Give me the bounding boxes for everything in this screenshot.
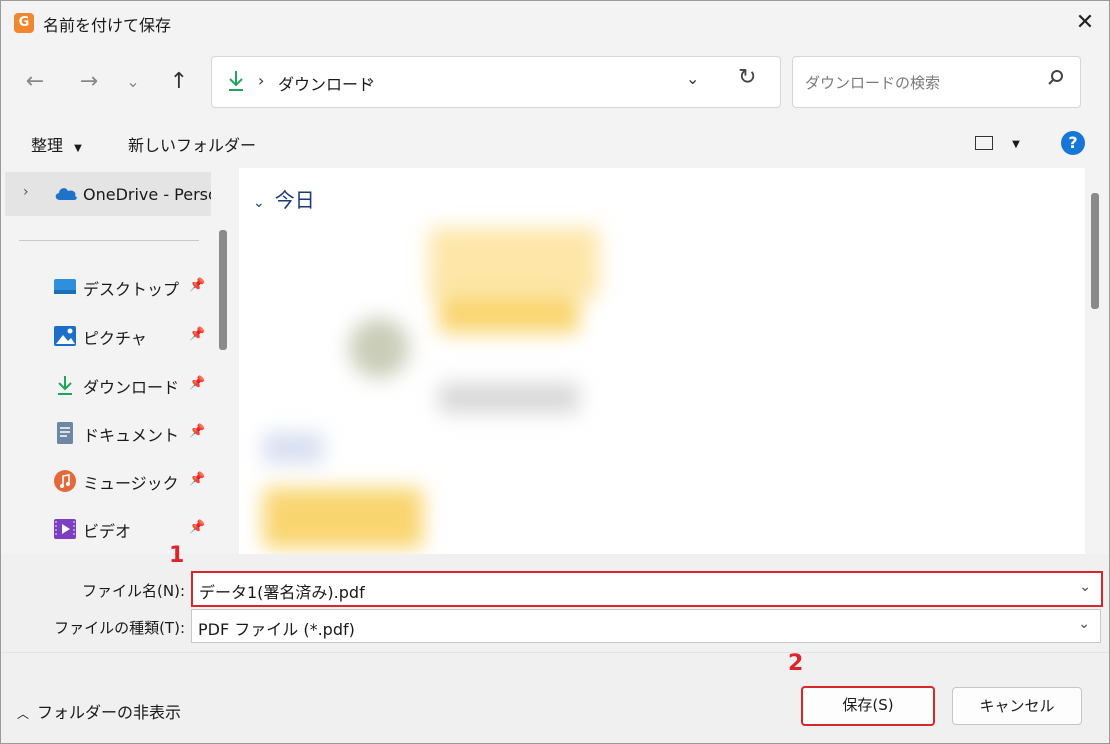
group-header-today[interactable]: ⌄ 今日	[253, 184, 315, 213]
organize-dropdown-icon: ▼	[74, 143, 82, 154]
window-title: 名前を付けて保存	[43, 16, 172, 35]
filetype-dropdown-chevron-icon[interactable]: ⌄	[1078, 616, 1090, 632]
sidebar-item-label: OneDrive - Personal	[83, 185, 211, 204]
desktop-icon	[54, 279, 76, 294]
filetype-value[interactable]: PDF ファイル (*.pdf)	[198, 616, 355, 640]
sidebar-item-label: ピクチャ	[83, 329, 147, 348]
view-pane-icon	[975, 135, 993, 150]
documents-icon	[57, 422, 73, 444]
callout-step-2: 2	[788, 651, 804, 676]
up-icon[interactable]: ↑	[161, 59, 197, 105]
search-input[interactable]	[803, 70, 1037, 96]
sidebar-item-label: ビデオ	[83, 522, 132, 541]
blurred-thumbnail	[439, 293, 579, 333]
sidebar-item-documents[interactable]: ドキュメント 📌	[1, 413, 211, 453]
blurred-thumbnail	[263, 488, 423, 548]
search-icon[interactable]	[1047, 69, 1065, 87]
hide-folders-toggle[interactable]: ︿ フォルダーの非表示	[17, 699, 181, 723]
view-options-button[interactable]: ▼	[975, 132, 1020, 151]
file-list[interactable]: ⌄ 今日	[239, 168, 1085, 554]
pin-icon[interactable]: 📌	[189, 424, 205, 439]
download-icon	[58, 376, 72, 395]
search-box[interactable]	[792, 56, 1081, 108]
address-bar[interactable]: › ダウンロード › ⌄ ↻	[211, 56, 781, 108]
pin-icon[interactable]: 📌	[189, 278, 205, 293]
filename-dropdown-chevron-icon[interactable]: ⌄	[1079, 579, 1091, 595]
new-folder-button[interactable]: 新しいフォルダー	[128, 132, 256, 156]
title-bar: G 名前を付けて保存 ✕	[1, 1, 1109, 45]
sidebar-item-music[interactable]: ミュージック 📌	[1, 461, 211, 501]
music-icon	[54, 470, 76, 492]
callout-step-1: 1	[169, 543, 185, 568]
download-folder-icon	[229, 71, 243, 91]
blurred-thumbnail	[349, 318, 409, 378]
blurred-thumbnail	[439, 383, 579, 413]
blurred-thumbnail	[429, 228, 599, 298]
file-list-scrollbar[interactable]	[1091, 193, 1099, 309]
organize-label: 整理	[31, 136, 64, 155]
sidebar-item-pictures[interactable]: ピクチャ 📌	[1, 316, 211, 356]
close-button[interactable]: ✕	[1067, 5, 1103, 41]
filename-field[interactable]: データ1(署名済み).pdf ⌄	[191, 571, 1103, 607]
app-icon: G	[14, 13, 34, 33]
onedrive-cloud-icon	[55, 188, 77, 200]
collapse-chevron-icon: ︿	[17, 707, 30, 721]
filename-value[interactable]: データ1(署名済み).pdf	[199, 579, 365, 603]
video-icon	[54, 519, 76, 539]
recent-locations-icon[interactable]: ⌄	[115, 59, 151, 105]
address-history-chevron-icon[interactable]: ⌄	[686, 69, 699, 88]
pin-icon[interactable]: 📌	[189, 472, 205, 487]
filename-label: ファイル名(N):	[82, 582, 185, 600]
save-as-dialog: G 名前を付けて保存 ✕ ← → ⌄ ↑ › ダウンロード › ⌄ ↻ 整理 ▼…	[0, 0, 1110, 744]
breadcrumb-separator-trailing[interactable]: ›	[368, 71, 374, 90]
sidebar-item-label: ダウンロード	[83, 378, 180, 397]
hide-folders-label: フォルダーの非表示	[37, 703, 182, 722]
sidebar-item-label: デスクトップ	[83, 280, 180, 299]
sidebar-divider	[19, 240, 199, 241]
forward-icon[interactable]: →	[71, 59, 107, 105]
footer-divider	[1, 652, 1109, 653]
pictures-icon	[54, 326, 76, 346]
save-button[interactable]: 保存(S)	[801, 686, 935, 726]
breadcrumb-downloads[interactable]: ダウンロード	[278, 71, 374, 95]
pin-icon[interactable]: 📌	[189, 327, 205, 342]
sidebar-item-label: ミュージック	[83, 474, 179, 493]
view-dropdown-icon: ▼	[1012, 139, 1020, 150]
expand-chevron-icon[interactable]: ›	[23, 184, 29, 200]
pin-icon[interactable]: 📌	[189, 520, 205, 535]
group-collapse-chevron-icon: ⌄	[253, 195, 265, 211]
sidebar-item-desktop[interactable]: デスクトップ 📌	[1, 267, 211, 307]
back-icon[interactable]: ←	[17, 59, 53, 105]
filetype-select[interactable]: PDF ファイル (*.pdf) ⌄	[191, 609, 1101, 643]
breadcrumb-separator[interactable]: ›	[258, 71, 264, 90]
navigation-pane: › OneDrive - Personal デスクトップ 📌 ピクチャ 📌	[1, 168, 233, 554]
help-icon[interactable]: ?	[1061, 131, 1085, 155]
sidebar-item-downloads[interactable]: ダウンロード 📌	[1, 365, 211, 405]
sidebar-scrollbar[interactable]	[219, 230, 227, 350]
cancel-button[interactable]: キャンセル	[952, 687, 1082, 725]
sidebar-item-onedrive[interactable]: › OneDrive - Personal	[5, 172, 211, 216]
refresh-icon[interactable]: ↻	[738, 65, 756, 90]
group-label: 今日	[274, 188, 315, 212]
blurred-thumbnail	[263, 433, 323, 463]
filetype-label: ファイルの種類(T):	[54, 619, 185, 637]
sidebar-item-label: ドキュメント	[83, 426, 180, 445]
pin-icon[interactable]: 📌	[189, 376, 205, 391]
organize-menu[interactable]: 整理 ▼	[31, 132, 82, 156]
